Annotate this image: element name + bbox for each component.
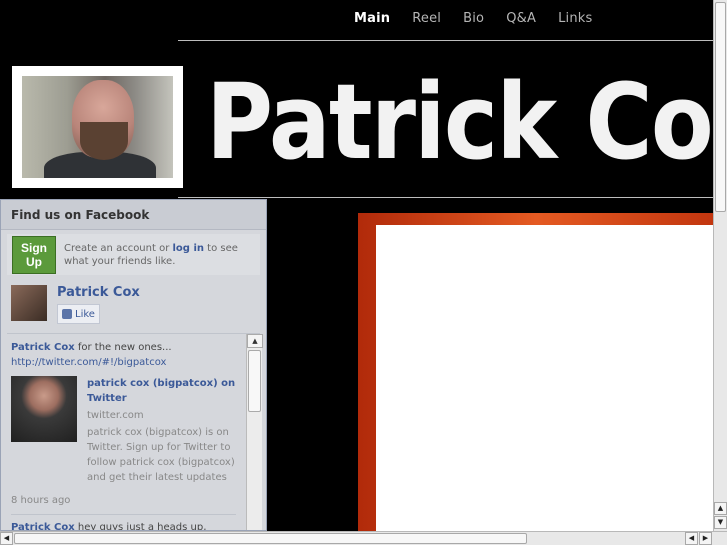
facebook-header: Find us on Facebook <box>1 200 266 230</box>
vertical-scroll-thumb[interactable] <box>715 2 726 212</box>
signup-text: Create an account or log in to see what … <box>64 242 238 267</box>
content-panel-frame <box>358 213 714 531</box>
nav-links[interactable]: Links <box>558 11 592 26</box>
main-nav: Main Reel Bio Q&A Links <box>340 11 592 26</box>
nav-reel[interactable]: Reel <box>412 11 441 26</box>
vertical-scrollbar[interactable]: ▲ ▼ <box>713 0 727 531</box>
banner-title: Patrick Cox <box>206 52 714 192</box>
horizontal-scrollbar[interactable]: ◀ ◀ ▶ <box>0 531 727 545</box>
facebook-page-row: Patrick Cox Like <box>1 279 266 331</box>
scroll-up-icon[interactable]: ▲ <box>714 502 727 515</box>
thumbs-up-icon <box>62 309 72 319</box>
banner-title-text: Patrick Cox <box>206 61 714 183</box>
post-text: Patrick Cox hey guys just a heads up, he… <box>11 522 207 531</box>
scroll-left-icon[interactable]: ◀ <box>0 532 13 545</box>
scroll-down-icon[interactable]: ▼ <box>714 516 727 529</box>
post-author-link[interactable]: Patrick Cox <box>11 522 75 530</box>
banner-divider <box>178 197 713 198</box>
post-url-link[interactable]: http://twitter.com/#!/bigpatcox <box>11 355 236 370</box>
feed-scrollbar[interactable]: ▲ <box>246 334 263 530</box>
link-preview-description: patrick cox (bigpatcox) is on Twitter. S… <box>87 427 235 483</box>
scroll-right-icon[interactable]: ▶ <box>699 532 712 545</box>
like-button[interactable]: Like <box>57 304 100 324</box>
feed-scroll-thumb[interactable] <box>248 350 261 412</box>
nav-main[interactable]: Main <box>354 11 390 26</box>
post-author-link[interactable]: Patrick Cox <box>11 342 75 353</box>
link-preview-card: patrick cox (bigpatcox) on Twitter twitt… <box>11 376 236 485</box>
login-link[interactable]: log in <box>173 243 204 254</box>
facebook-feed: Patrick Cox for the new ones... http://t… <box>1 334 246 531</box>
horizontal-scroll-thumb[interactable] <box>14 533 527 544</box>
scroll-left-icon[interactable]: ◀ <box>685 532 698 545</box>
profile-photo <box>22 76 173 178</box>
content-panel <box>376 225 714 531</box>
facebook-signup-box: Sign Up Create an account or log in to s… <box>7 234 260 275</box>
sign-up-button[interactable]: Sign Up <box>12 235 57 274</box>
profile-photo-frame <box>12 66 183 188</box>
scroll-up-icon[interactable]: ▲ <box>247 334 263 348</box>
post-timestamp: 8 hours ago <box>11 495 71 506</box>
link-preview-domain: twitter.com <box>87 410 144 421</box>
post-text: Patrick Cox for the new ones... <box>11 342 172 353</box>
facebook-widget: Find us on Facebook Sign Up Create an ac… <box>0 199 267 531</box>
link-preview-image[interactable] <box>11 376 77 442</box>
nav-divider <box>178 40 713 41</box>
page-name-link[interactable]: Patrick Cox <box>57 285 140 300</box>
page-avatar[interactable] <box>11 285 47 321</box>
nav-qa[interactable]: Q&A <box>506 11 536 26</box>
nav-bio[interactable]: Bio <box>463 11 484 26</box>
link-preview-title[interactable]: patrick cox (bigpatcox) on Twitter <box>87 376 236 406</box>
